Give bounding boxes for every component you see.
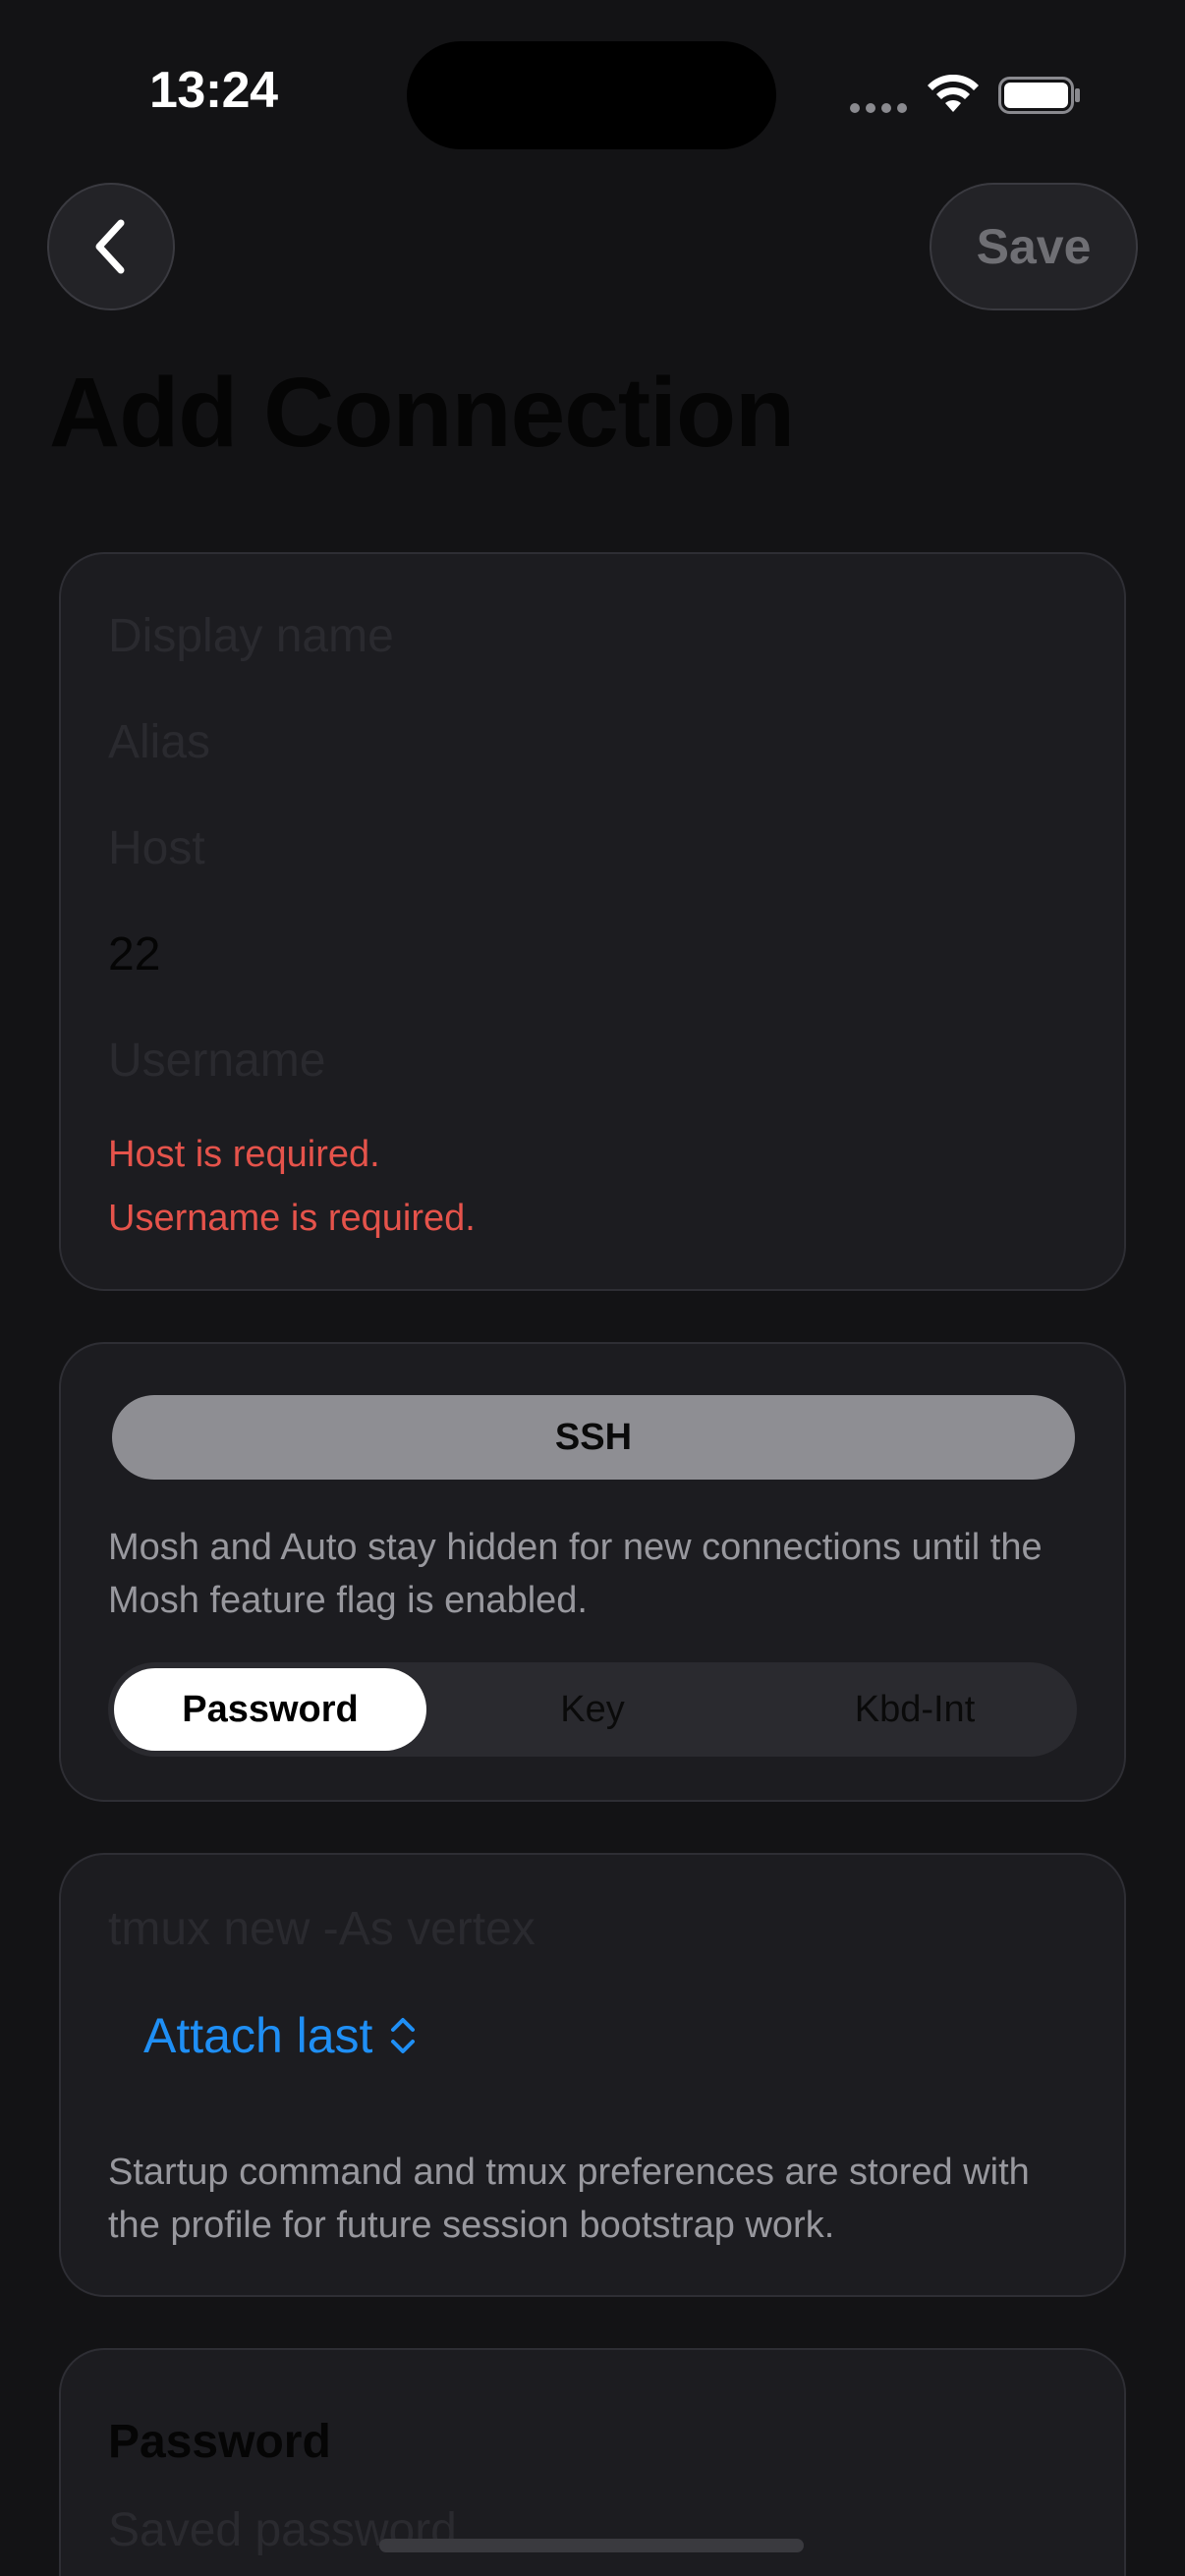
protocol-selector-ssh[interactable]: SSH bbox=[112, 1395, 1075, 1480]
page-title: Add Connection bbox=[49, 358, 795, 468]
startup-hint: Startup command and tmux preferences are… bbox=[108, 2152, 1030, 2246]
auth-tab-password[interactable]: Password bbox=[114, 1668, 426, 1751]
save-button[interactable]: Save bbox=[930, 183, 1138, 310]
connection-details-card: Display name Alias Host 22 Username Host… bbox=[59, 552, 1126, 1291]
cellular-signal-icon bbox=[850, 103, 907, 113]
username-error-message: Username is required. bbox=[108, 1198, 476, 1239]
host-error-message: Host is required. bbox=[108, 1134, 380, 1175]
chevron-left-icon bbox=[95, 219, 125, 274]
home-indicator bbox=[379, 2539, 804, 2552]
startup-command-field[interactable]: tmux new -As vertex bbox=[108, 1900, 536, 1959]
protocol-card: SSH Mosh and Auto stay hidden for new co… bbox=[59, 1342, 1126, 1802]
password-section-title: Password bbox=[108, 2416, 331, 2468]
auth-method-segmented-control: Password Key Kbd-Int bbox=[108, 1662, 1077, 1757]
dynamic-island bbox=[407, 41, 776, 149]
auth-tab-key[interactable]: Key bbox=[436, 1668, 749, 1751]
back-button[interactable] bbox=[47, 183, 175, 310]
battery-icon bbox=[998, 77, 1080, 114]
status-time: 13:24 bbox=[149, 62, 278, 119]
tmux-mode-picker-label: Attach last bbox=[143, 2008, 373, 2063]
alias-field[interactable]: Alias bbox=[108, 713, 210, 772]
port-field[interactable]: 22 bbox=[108, 925, 160, 984]
host-field[interactable]: Host bbox=[108, 819, 205, 878]
protocol-hint: Mosh and Auto stay hidden for new connec… bbox=[108, 1527, 1043, 1621]
wifi-icon bbox=[928, 75, 979, 112]
username-field[interactable]: Username bbox=[108, 1032, 325, 1091]
startup-card: tmux new -As vertex Attach last Startup … bbox=[59, 1853, 1126, 2297]
add-connection-screen: 13:24 Save Add Connection Display name A… bbox=[0, 0, 1185, 2576]
display-name-field[interactable]: Display name bbox=[108, 607, 394, 666]
auth-tab-kbd-int[interactable]: Kbd-Int bbox=[759, 1668, 1071, 1751]
chevron-up-down-icon bbox=[391, 2018, 416, 2053]
tmux-mode-picker[interactable]: Attach last bbox=[143, 1998, 420, 2073]
